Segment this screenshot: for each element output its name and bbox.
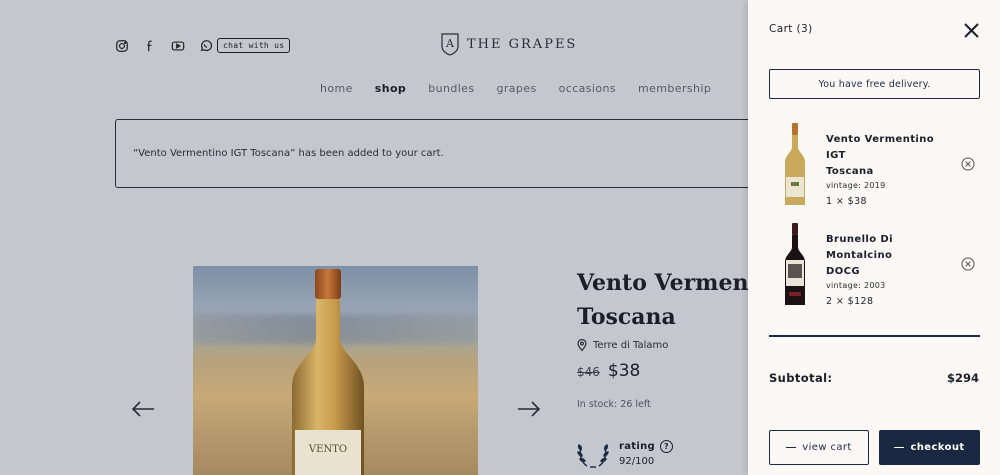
cart-item: Vento Vermentino IGT Toscana vintage: 20… — [769, 122, 980, 207]
nav-item-home[interactable]: home — [320, 82, 353, 95]
free-delivery-banner: You have free delivery. — [769, 69, 980, 99]
instagram-icon[interactable] — [115, 39, 129, 53]
dash-icon — [894, 446, 905, 449]
product-rating: rating ? 92/100 — [577, 439, 673, 469]
cart-item-name-line2: DOCG — [826, 266, 860, 277]
chat-with-us-button[interactable]: chat with us — [217, 38, 291, 53]
prev-image-arrow-icon[interactable] — [131, 400, 155, 418]
remove-item-icon[interactable] — [961, 157, 975, 171]
cart-item-name[interactable]: Vento Vermentino IGT Toscana — [826, 132, 951, 180]
cart-title: Cart (3) — [769, 23, 813, 35]
location-pin-icon — [577, 339, 587, 351]
facebook-icon[interactable] — [143, 39, 157, 53]
cart-item-name-line1: Vento Vermentino IGT — [826, 134, 935, 161]
nav-item-bundles[interactable]: bundles — [428, 82, 474, 95]
cart-item-quantity-price: 1 × $38 — [826, 196, 867, 207]
current-price: $38 — [607, 361, 641, 381]
shield-logo-icon: A — [441, 33, 459, 56]
view-cart-button[interactable]: view cart — [769, 430, 869, 465]
cart-drawer: Cart (3) You have free delivery. Vento V… — [748, 0, 1000, 475]
next-image-arrow-icon[interactable] — [517, 400, 541, 418]
cart-item-name[interactable]: Brunello Di Montalcino DOCG — [826, 232, 951, 280]
wine-bottle-image: VENTO — [292, 269, 364, 475]
checkout-label: checkout — [910, 442, 965, 453]
main-nav: home shop bundles grapes occasions membe… — [320, 82, 711, 95]
rating-value: 92/100 — [619, 456, 655, 467]
cart-item-quantity-price: 2 × $128 — [826, 296, 874, 307]
youtube-icon[interactable] — [171, 39, 185, 53]
product-photo: VENTO — [193, 266, 478, 475]
product-origin: Terre di Talamo — [577, 339, 668, 351]
subtotal-value: $294 — [946, 371, 979, 385]
product-prices: $46 $38 — [577, 361, 640, 381]
cart-item-name-line2: Toscana — [826, 166, 874, 177]
social-links: chat with us — [115, 38, 291, 53]
rating-help-icon[interactable]: ? — [659, 440, 673, 453]
remove-item-icon[interactable] — [961, 257, 975, 271]
stock-status: In stock: 26 left — [577, 399, 651, 410]
origin-text: Terre di Talamo — [593, 339, 669, 351]
brand-name: THE GRAPES — [467, 36, 578, 52]
whatsapp-icon[interactable] — [199, 39, 213, 53]
subtotal-label: Subtotal: — [769, 371, 833, 385]
white-wine-bottle-thumbnail[interactable] — [783, 122, 807, 206]
brand-logo[interactable]: A THE GRAPES — [441, 32, 577, 56]
notice-text: “Vento Vermentino IGT Toscana” has been … — [133, 148, 444, 159]
view-cart-label: view cart — [802, 442, 852, 453]
cart-item-info: Brunello Di Montalcino DOCG vintage: 200… — [826, 232, 951, 307]
added-to-cart-notice: “Vento Vermentino IGT Toscana” has been … — [115, 119, 775, 188]
cart-item-name-line1: Brunello Di Montalcino — [826, 234, 893, 261]
rating-text: rating ? 92/100 — [619, 439, 673, 469]
cart-item: Brunello Di Montalcino DOCG vintage: 200… — [769, 222, 980, 307]
free-delivery-text: You have free delivery. — [818, 78, 931, 90]
old-price: $46 — [577, 365, 600, 379]
cart-item-vintage: vintage: 2019 — [826, 181, 886, 190]
cart-divider — [769, 335, 980, 337]
svg-text:A: A — [445, 37, 455, 50]
dash-icon — [786, 446, 797, 449]
bottle-label-text: VENTO — [308, 444, 347, 455]
nav-item-occasions[interactable]: occasions — [559, 82, 616, 95]
close-icon[interactable] — [963, 22, 980, 39]
cart-item-info: Vento Vermentino IGT Toscana vintage: 20… — [826, 132, 951, 207]
nav-item-shop[interactable]: shop — [375, 82, 406, 95]
rating-label-row: rating ? — [619, 439, 673, 454]
red-wine-bottle-thumbnail[interactable] — [783, 222, 807, 306]
nav-item-grapes[interactable]: grapes — [496, 82, 536, 95]
cart-item-vintage: vintage: 2003 — [826, 281, 886, 290]
rating-label: rating — [619, 441, 655, 452]
laurel-wreath-icon — [577, 444, 609, 468]
checkout-button[interactable]: checkout — [879, 430, 980, 465]
nav-item-membership[interactable]: membership — [638, 82, 711, 95]
